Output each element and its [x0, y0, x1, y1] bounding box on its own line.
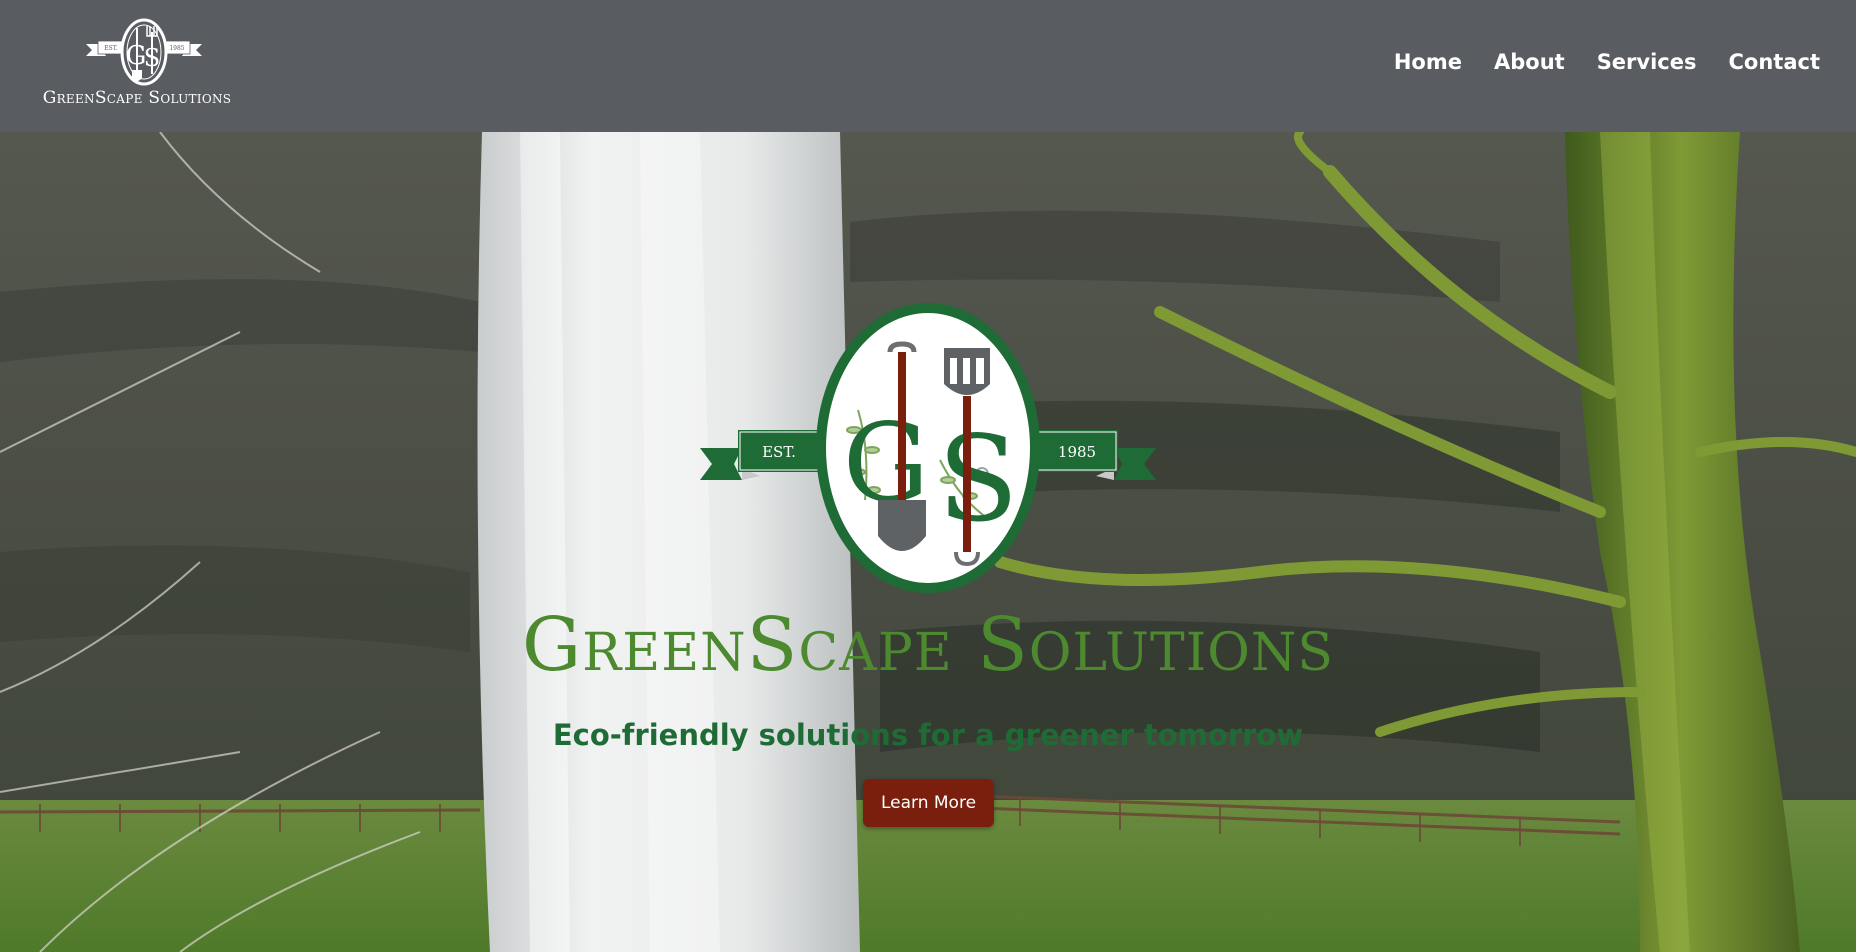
- brand-emblem-year: 1985: [169, 45, 184, 52]
- hero-title: GreenScape Solutions: [521, 602, 1334, 688]
- emblem-est-label: EST.: [762, 443, 796, 461]
- main-nav: Home About Services Contact: [1394, 50, 1820, 74]
- emblem-monogram-s: S: [938, 410, 1019, 548]
- hero-section: EST. 1985 G S GreenScape Solutions Eco-f…: [0, 132, 1856, 952]
- nav-services[interactable]: Services: [1597, 50, 1697, 74]
- nav-home[interactable]: Home: [1394, 50, 1462, 74]
- learn-more-button[interactable]: Learn More: [863, 779, 994, 827]
- brand-emblem-est: EST.: [104, 45, 118, 52]
- ribbon-banner: [700, 448, 742, 480]
- nav-contact[interactable]: Contact: [1729, 50, 1821, 74]
- brand-name: GreenScape Solutions: [42, 88, 232, 108]
- brand-logo[interactable]: EST. 1985 G S GreenScape Solutions: [28, 14, 246, 114]
- page: EST. 1985 G S GreenScape Solutions Home …: [0, 0, 1856, 952]
- hero-tagline: Eco-friendly solutions for a greener tom…: [552, 718, 1304, 752]
- site-header: EST. 1985 G S GreenScape Solutions Home …: [0, 0, 1856, 132]
- nav-about[interactable]: About: [1494, 50, 1565, 74]
- hero-emblem: EST. 1985 G S: [700, 303, 1156, 593]
- brand-emblem-icon: EST. 1985 G S: [86, 18, 202, 86]
- emblem-year-label: 1985: [1058, 443, 1096, 461]
